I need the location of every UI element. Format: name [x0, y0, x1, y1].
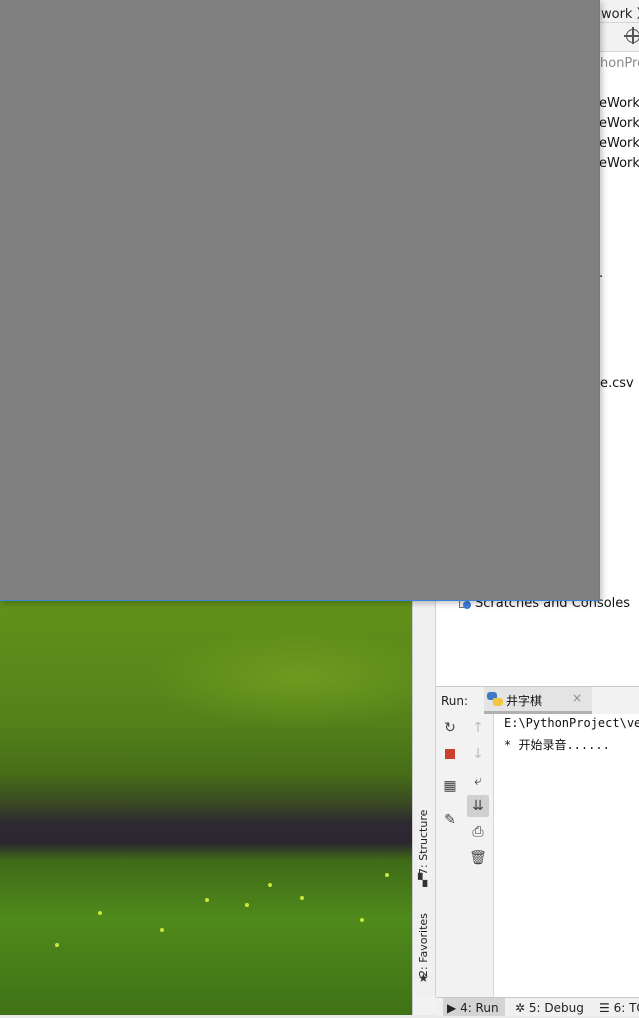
wallpaper-flower — [268, 883, 272, 887]
wallpaper-flower — [205, 898, 209, 902]
tab-todo-label: 6: TO — [613, 1001, 639, 1015]
wallpaper-flower — [245, 903, 249, 907]
tree-item[interactable]: eWork — [599, 116, 639, 131]
pin-icon[interactable]: ✎ — [439, 809, 461, 831]
wallpaper-flower — [98, 911, 102, 915]
blank-gray-window[interactable] — [0, 0, 600, 601]
tree-item-csv[interactable]: e.csv — [600, 376, 634, 391]
run-config-tab[interactable]: 井字棋 × — [484, 687, 592, 714]
rerun-icon[interactable]: ↻ — [439, 717, 461, 739]
run-tab-title: 井字棋 — [506, 694, 543, 708]
soft-wrap-icon[interactable]: ⤶ — [467, 770, 489, 792]
favorites-tool-tab[interactable]: 2: Favorites ★ — [413, 907, 435, 987]
wallpaper-flower — [300, 896, 304, 900]
tree-item[interactable]: eWork — [599, 136, 639, 151]
scroll-to-end-icon[interactable]: ⇊ — [467, 795, 489, 817]
tab-run[interactable]: ▶ 4: Run — [443, 998, 505, 1016]
console-line: * 开始录音...... — [504, 738, 610, 752]
arrow-down-icon[interactable]: ↓ — [467, 743, 489, 765]
stop-icon[interactable] — [439, 743, 461, 765]
wallpaper-flower — [160, 928, 164, 932]
run-toolbar-secondary: ↑ ↓ ⤶ ⇊ ⎙ 🗑 — [464, 714, 494, 997]
tab-run-label: 4: Run — [460, 1001, 499, 1015]
arrow-up-icon[interactable]: ↑ — [467, 717, 489, 739]
desktop-wallpaper — [0, 598, 412, 1015]
todo-icon: ☰ — [599, 1001, 610, 1015]
tab-debug[interactable]: ✲ 5: Debug — [515, 998, 584, 1016]
locate-file-icon[interactable] — [624, 27, 639, 44]
tab-debug-label: 5: Debug — [528, 1001, 584, 1015]
run-console[interactable]: E:\PythonProject\ver * 开始录音...... — [494, 714, 639, 997]
run-tool-header: Run: 井字棋 × — [436, 686, 639, 715]
close-icon[interactable]: × — [572, 691, 582, 705]
project-path: honProj — [600, 56, 639, 71]
bug-icon: ✲ — [515, 1001, 526, 1015]
wallpaper-flower — [360, 918, 364, 922]
favorites-tab-label: 2: Favorites — [417, 913, 430, 977]
run-label: Run: — [441, 694, 469, 708]
wallpaper-flower — [385, 873, 389, 877]
trash-icon[interactable]: 🗑 — [467, 847, 489, 869]
star-icon: ★ — [418, 971, 429, 985]
layout-icon[interactable]: ▦ — [439, 775, 461, 797]
print-icon[interactable]: ⎙ — [467, 821, 489, 843]
console-line: E:\PythonProject\ver — [504, 716, 639, 730]
run-tab-icon: ▶ — [447, 1001, 457, 1015]
bottom-tool-bar: ▶ 4: Run ✲ 5: Debug ☰ 6: TO — [436, 997, 639, 1016]
structure-icon: ▚ — [418, 873, 428, 887]
python-icon — [487, 692, 503, 706]
run-toolbar-primary: ↻ ▦ ✎ — [436, 714, 465, 997]
structure-tool-tab[interactable]: 7: Structure ▚ — [413, 805, 435, 887]
wallpaper-flower — [55, 943, 59, 947]
breadcrumb[interactable]: work 〉l — [601, 3, 639, 22]
structure-tab-label: 7: Structure — [417, 809, 430, 875]
tab-todo[interactable]: ☰ 6: TO — [599, 998, 639, 1016]
tree-item[interactable]: eWork — [599, 96, 639, 111]
tree-item[interactable]: eWork — [599, 156, 639, 171]
